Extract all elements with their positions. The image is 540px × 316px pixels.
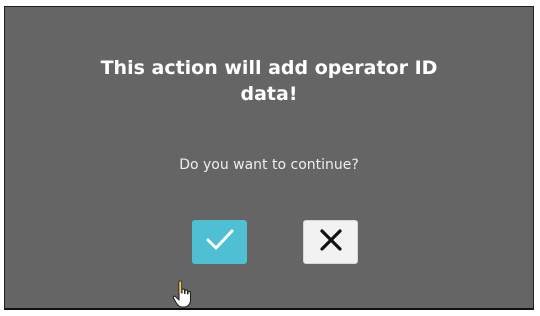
confirmation-dialog: This action will add operator ID data! D… — [4, 6, 534, 310]
check-icon — [205, 228, 235, 256]
cancel-button[interactable] — [303, 220, 358, 264]
x-icon — [318, 227, 344, 257]
confirm-button[interactable] — [192, 220, 247, 264]
hand-pointer-icon — [172, 280, 196, 310]
dialog-title: This action will add operator ID data! — [100, 57, 438, 105]
dialog-message: Do you want to continue? — [179, 157, 359, 173]
